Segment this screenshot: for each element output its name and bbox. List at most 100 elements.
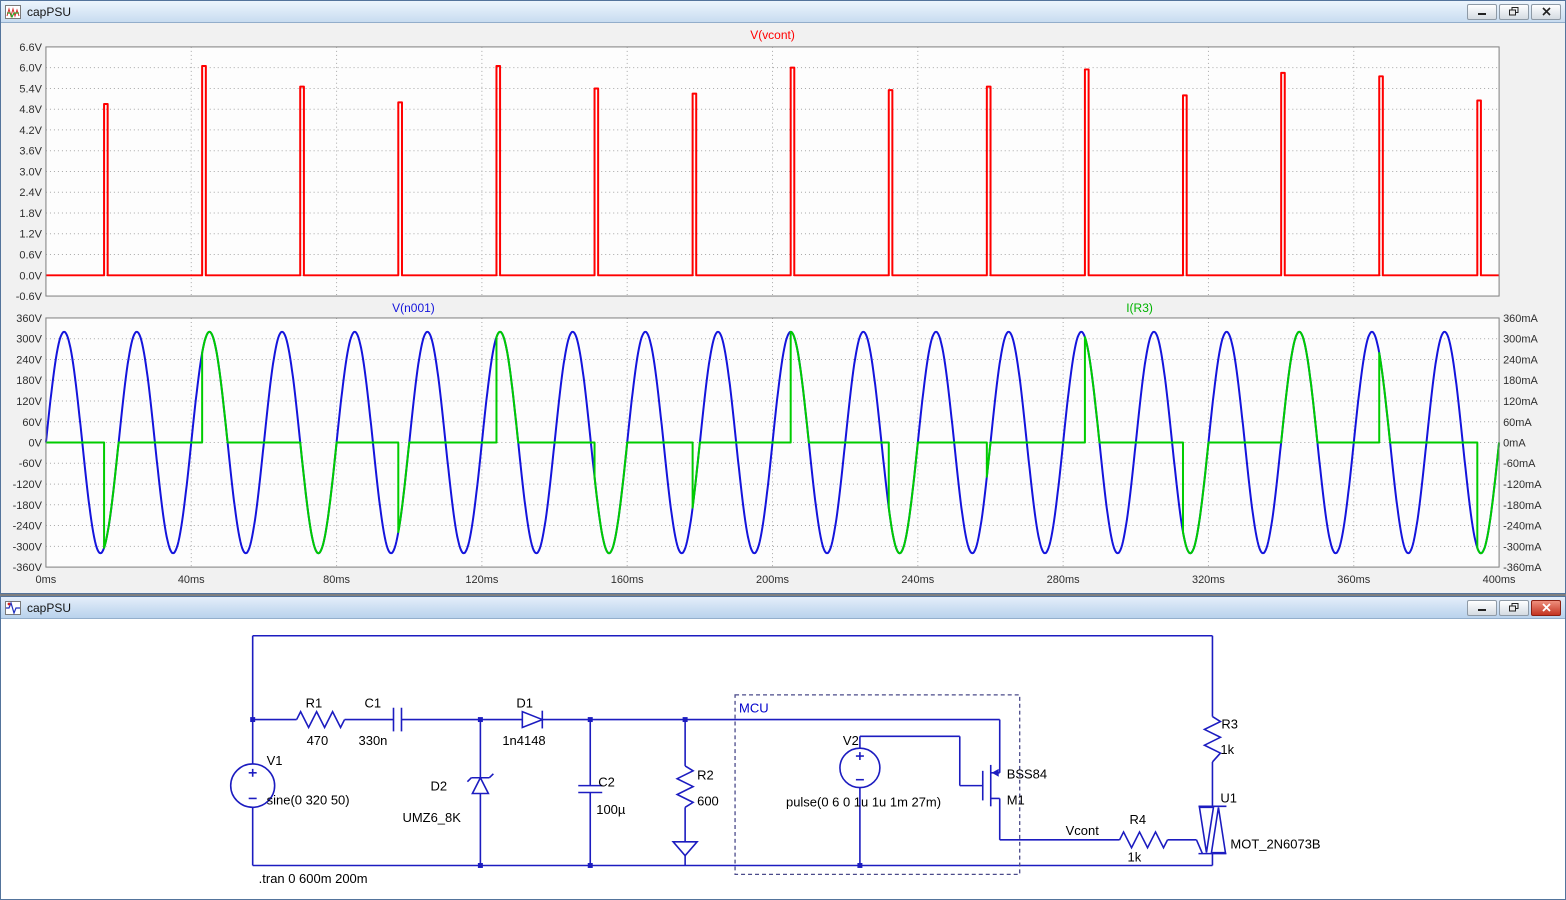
- pane2-right-ytick-label: -360mA: [1503, 562, 1542, 574]
- xtick-label: 0ms: [36, 574, 57, 586]
- label-C2-name[interactable]: C2: [598, 775, 615, 790]
- schematic-window-icon: [5, 600, 21, 615]
- xtick-label: 80ms: [323, 574, 350, 586]
- xtick-label: 240ms: [901, 574, 934, 586]
- pane2-right-ytick-label: -180mA: [1503, 500, 1542, 512]
- label-U1-name[interactable]: U1: [1220, 790, 1237, 805]
- component-R4[interactable]: [1118, 830, 1169, 850]
- label-R4-name[interactable]: R4: [1130, 812, 1147, 827]
- pane1-ytick-label: 3.6V: [19, 146, 42, 158]
- label-net-vcont[interactable]: Vcont: [1066, 823, 1100, 838]
- restore-button[interactable]: [1499, 599, 1529, 616]
- close-button[interactable]: [1531, 3, 1561, 20]
- pane2-right-ytick-label: -60mA: [1503, 458, 1536, 470]
- restore-icon: [1508, 7, 1518, 16]
- waveform-window-icon: [5, 4, 21, 19]
- pane2-right-ytick-label: -120mA: [1503, 479, 1542, 491]
- label-R1-value[interactable]: 470: [307, 733, 329, 748]
- waveform-plot[interactable]: 6.6V 6.0V 5.4V 4.8V 4.2V 3.6V 3.0V 2.4V 1.8V 1.2V…: [1, 23, 1565, 593]
- label-R2-name[interactable]: R2: [697, 768, 714, 783]
- mcu-box[interactable]: [734, 694, 1021, 875]
- pane2-right-ytick-label: -240mA: [1503, 521, 1542, 533]
- pane1-ytick-label: 4.8V: [19, 104, 42, 116]
- pane2-title-v-n001[interactable]: V(n001): [392, 301, 435, 315]
- label-D2-value[interactable]: UMZ6_8K: [402, 810, 461, 825]
- component-R3[interactable]: [1202, 715, 1223, 763]
- label-R3-name[interactable]: R3: [1221, 717, 1238, 732]
- label-V1-name[interactable]: V1: [267, 753, 283, 768]
- xtick-label: 200ms: [756, 574, 789, 586]
- pane2-left-ytick-label: 240V: [16, 355, 42, 367]
- pane1-ytick-label: 5.4V: [19, 83, 42, 95]
- label-C1-value[interactable]: 330n: [359, 733, 388, 748]
- label-R2-value[interactable]: 600: [697, 793, 719, 808]
- label-V2-name[interactable]: V2: [843, 733, 859, 748]
- pane2-left-ytick-label: -300V: [13, 541, 43, 553]
- waveform-plot-area[interactable]: 6.6V 6.0V 5.4V 4.8V 4.2V 3.6V 3.0V 2.4V 1.8V 1.2V…: [1, 23, 1565, 593]
- restore-icon: [1508, 603, 1518, 612]
- pane2-right-ytick-label: 0mA: [1503, 438, 1526, 450]
- waveform-window-title: capPSU: [27, 4, 72, 19]
- restore-button[interactable]: [1499, 3, 1529, 20]
- component-D1[interactable]: [521, 710, 545, 729]
- label-V2-value[interactable]: pulse(0 6 0 1u 1u 1m 27m): [786, 794, 941, 809]
- component-R1[interactable]: [295, 709, 346, 730]
- component-C1[interactable]: [392, 707, 403, 732]
- pane2-left-ytick-label: 360V: [16, 313, 42, 325]
- pane1-ytick-label: 0.6V: [19, 249, 42, 261]
- ground-symbol: [671, 841, 699, 857]
- xtick-label: 120ms: [465, 574, 498, 586]
- component-R2[interactable]: [675, 765, 695, 808]
- pane1-title-v-vcont[interactable]: V(vcont): [750, 28, 795, 42]
- pane2-left-ytick-label: -240V: [13, 521, 43, 533]
- schematic-canvas[interactable]: V1 sine(0 320 50) R1 470 C1 330n D1 1n41…: [1, 619, 1565, 899]
- pane2-right-ytick-label: 360mA: [1503, 313, 1538, 325]
- label-V1-value[interactable]: sine(0 320 50): [267, 792, 350, 807]
- label-U1-value[interactable]: MOT_2N6073B: [1230, 837, 1320, 852]
- schematic-window-controls: [1467, 599, 1561, 616]
- close-button[interactable]: [1531, 599, 1561, 616]
- pane2-right-ytick-label: 180mA: [1503, 375, 1538, 387]
- label-C1-name[interactable]: C1: [365, 696, 382, 711]
- label-R4-value[interactable]: 1k: [1128, 850, 1142, 865]
- pane2-left-ytick-label: 300V: [16, 334, 42, 346]
- minimize-icon: [1477, 609, 1486, 611]
- pane2-left-ytick-label: -120V: [13, 479, 43, 491]
- xtick-label: 40ms: [178, 574, 205, 586]
- label-D1-name[interactable]: D1: [516, 696, 533, 711]
- pane2-left-ytick-label: 120V: [16, 396, 42, 408]
- label-D2-name[interactable]: D2: [430, 779, 447, 794]
- xtick-label: 400ms: [1483, 574, 1516, 586]
- pane2-left-ytick-label: -360V: [13, 562, 43, 574]
- schematic-titlebar[interactable]: capPSU: [1, 597, 1565, 619]
- label-R1-name[interactable]: R1: [306, 696, 323, 711]
- label-M1-value[interactable]: BSS84: [1007, 767, 1047, 782]
- component-D2[interactable]: [466, 773, 494, 795]
- label-R3-value[interactable]: 1k: [1220, 742, 1234, 757]
- schematic-drawing[interactable]: V1 sine(0 320 50) R1 470 C1 330n D1 1n41…: [1, 619, 1565, 899]
- pane2-left-ytick-label: -60V: [19, 458, 43, 470]
- minimize-icon: [1477, 13, 1486, 15]
- pane2-right-ytick-label: 120mA: [1503, 396, 1538, 408]
- pane1-ytick-label: 4.2V: [19, 125, 42, 137]
- minimize-button[interactable]: [1467, 3, 1497, 20]
- component-U1-triac[interactable]: [1198, 805, 1227, 855]
- pane1-ytick-label: 6.0V: [19, 63, 42, 75]
- component-V2[interactable]: [839, 747, 881, 789]
- pane2-title-i-r3[interactable]: I(R3): [1126, 301, 1153, 315]
- xtick-label: 360ms: [1337, 574, 1370, 586]
- pane2-left-ytick-label: -180V: [13, 500, 43, 512]
- waveform-titlebar[interactable]: capPSU: [1, 1, 1565, 23]
- pane1-ytick-label: -0.6V: [16, 291, 43, 303]
- label-tran-directive[interactable]: .tran 0 600m 200m: [259, 871, 368, 886]
- label-mcu[interactable]: MCU: [739, 701, 769, 716]
- label-D1-value[interactable]: 1n4148: [502, 733, 545, 748]
- xtick-label: 320ms: [1192, 574, 1225, 586]
- label-C2-value[interactable]: 100µ: [596, 802, 626, 817]
- pane1-ytick-label: 1.8V: [19, 208, 42, 220]
- xtick-label: 160ms: [611, 574, 644, 586]
- component-M1[interactable]: [981, 764, 1000, 807]
- label-M1-name[interactable]: M1: [1007, 792, 1025, 807]
- pane1-ytick-label: 1.2V: [19, 229, 42, 241]
- minimize-button[interactable]: [1467, 599, 1497, 616]
